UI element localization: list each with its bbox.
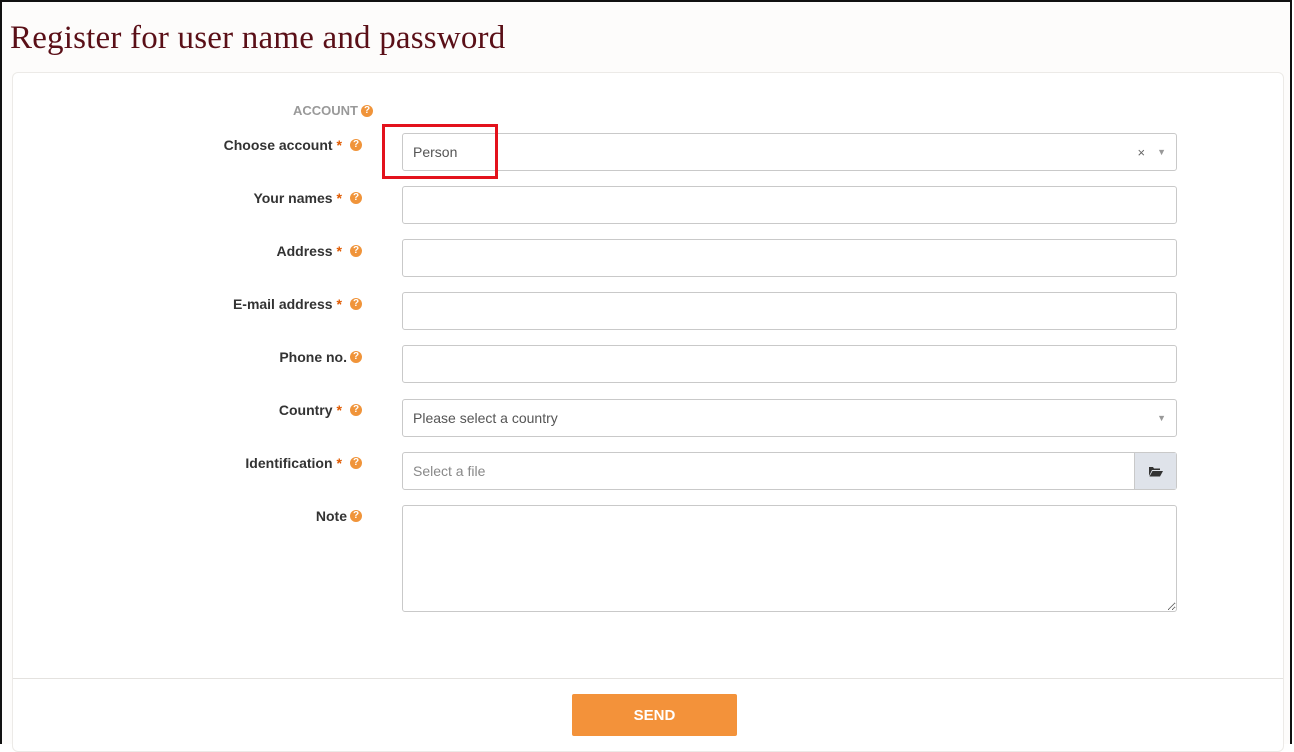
country-label-text: Country xyxy=(278,402,333,418)
country-placeholder: Please select a country xyxy=(413,410,558,426)
identification-label-text: Identification xyxy=(245,455,333,471)
footer-divider xyxy=(13,678,1283,679)
address-label-text: Address xyxy=(276,243,333,259)
choose-account-value: Person xyxy=(413,144,458,160)
file-browse-button[interactable] xyxy=(1134,453,1176,489)
help-icon[interactable]: ? xyxy=(361,104,373,117)
section-label-text: ACCOUNT xyxy=(293,103,358,118)
help-icon[interactable]: ? xyxy=(350,139,362,151)
email-input[interactable] xyxy=(402,292,1177,330)
identification-file-input[interactable]: Select a file xyxy=(402,452,1177,490)
clear-icon[interactable]: × xyxy=(1137,145,1145,160)
help-icon[interactable]: ? xyxy=(350,192,362,204)
folder-open-icon xyxy=(1148,466,1163,476)
section-label-account: ACCOUNT ? xyxy=(293,103,373,118)
country-label: Country * ? xyxy=(279,402,362,418)
required-mark: * xyxy=(336,243,342,259)
phone-label: Phone no. ? xyxy=(279,349,362,365)
help-icon[interactable]: ? xyxy=(350,298,362,310)
note-label: Note ? xyxy=(316,508,362,524)
your-names-input[interactable] xyxy=(402,186,1177,224)
your-names-label-text: Your names xyxy=(253,190,333,206)
note-label-text: Note xyxy=(315,508,347,524)
choose-account-label: Choose account * ? xyxy=(224,137,362,153)
chevron-down-icon[interactable]: ▼ xyxy=(1157,147,1166,157)
help-icon[interactable]: ? xyxy=(350,245,362,257)
email-label-text: E-mail address xyxy=(232,296,333,312)
phone-input[interactable] xyxy=(402,345,1177,383)
required-mark: * xyxy=(336,190,342,206)
chevron-down-icon[interactable]: ▼ xyxy=(1157,413,1166,423)
choose-account-label-text: Choose account xyxy=(223,137,333,153)
required-mark: * xyxy=(336,137,342,153)
your-names-label: Your names * ? xyxy=(253,190,362,206)
identification-placeholder: Select a file xyxy=(413,463,486,479)
send-button[interactable]: SEND xyxy=(572,694,737,736)
note-textarea[interactable] xyxy=(402,505,1177,612)
identification-label: Identification * ? xyxy=(245,455,362,471)
required-mark: * xyxy=(336,296,342,312)
help-icon[interactable]: ? xyxy=(350,404,362,416)
required-mark: * xyxy=(336,455,342,471)
help-icon[interactable]: ? xyxy=(350,510,362,522)
address-label: Address * ? xyxy=(277,243,362,259)
phone-label-text: Phone no. xyxy=(279,349,347,365)
required-mark: * xyxy=(336,402,342,418)
email-label: E-mail address * ? xyxy=(233,296,362,312)
choose-account-select[interactable]: Person × ▼ xyxy=(402,133,1177,171)
page-title: Register for user name and password xyxy=(10,20,506,56)
address-input[interactable] xyxy=(402,239,1177,277)
help-icon[interactable]: ? xyxy=(350,351,362,363)
country-select[interactable]: Please select a country ▼ xyxy=(402,399,1177,437)
help-icon[interactable]: ? xyxy=(350,457,362,469)
window-frame: Register for user name and password ACCO… xyxy=(0,0,1292,752)
